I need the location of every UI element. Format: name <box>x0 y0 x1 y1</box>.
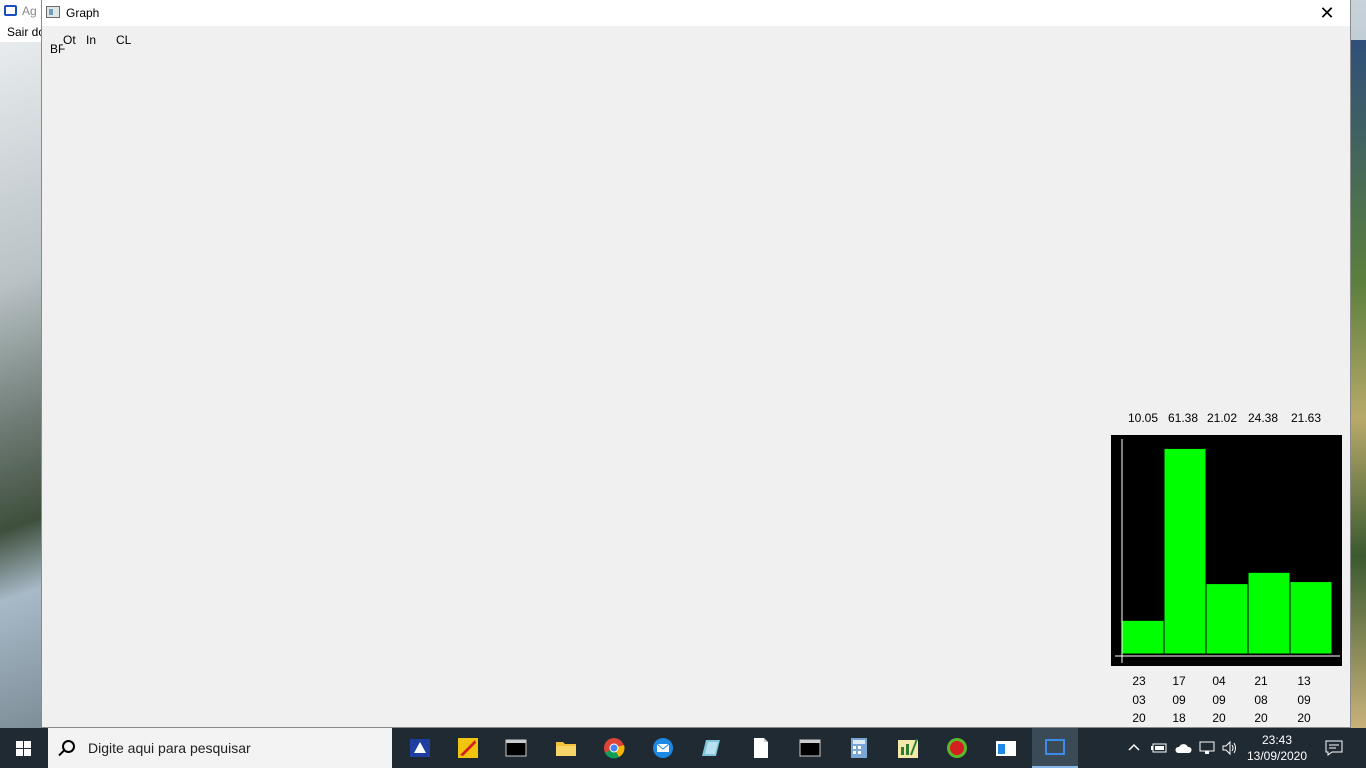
red-app-icon <box>458 738 478 758</box>
value-label-4: 24.38 <box>1248 411 1279 425</box>
start-button[interactable] <box>0 728 48 768</box>
date-label-5-line-1: 13 <box>1297 674 1311 688</box>
chart-app-icon <box>898 738 918 758</box>
taskbar-app-10[interactable] <box>839 734 879 764</box>
label-ot: Ot <box>63 33 76 47</box>
app-icon <box>46 6 60 18</box>
bar-5 <box>1289 581 1333 655</box>
date-label-2-line-2: 09 <box>1172 693 1186 707</box>
taskbar-app-13[interactable] <box>986 734 1026 764</box>
bar-4 <box>1247 571 1291 655</box>
terminal-icon-2 <box>799 739 821 757</box>
label-cl: CL <box>116 33 132 47</box>
bar-3 <box>1205 583 1249 655</box>
terminal-icon <box>505 739 527 757</box>
value-label-5: 21.63 <box>1291 411 1322 425</box>
taskbar-app-12[interactable] <box>937 734 977 764</box>
taskbar-app-2[interactable] <box>448 734 488 764</box>
cloud-icon[interactable] <box>1174 741 1192 755</box>
network-icon[interactable] <box>1198 740 1216 756</box>
date-label-4-line-3: 20 <box>1254 711 1268 725</box>
taskbar-app-active[interactable] <box>1032 728 1078 768</box>
wallpaper-left-strip <box>0 40 42 728</box>
date-label-5-line-3: 20 <box>1297 711 1311 725</box>
taskbar-app-11[interactable] <box>888 734 928 764</box>
scanner-app-icon <box>410 739 430 757</box>
notifications-icon[interactable] <box>1324 739 1344 757</box>
taskbar-app-6[interactable] <box>643 734 683 764</box>
window-title: Graph <box>66 6 100 20</box>
clock-date: 13/09/2020 <box>1246 749 1308 763</box>
window-app-icon <box>996 741 1016 756</box>
mail-icon <box>653 738 673 758</box>
wallpaper-right-strip <box>1351 40 1366 728</box>
taskbar-app-7[interactable] <box>692 734 732 764</box>
taskbar-app-5[interactable] <box>594 734 634 764</box>
date-label-2-line-1: 17 <box>1172 674 1186 688</box>
graph-window: Graph ✕ BF Ot In CL 10.05 61.38 21.02 24… <box>41 0 1351 728</box>
date-label-3-line-3: 20 <box>1212 711 1226 725</box>
date-label-1-line-3: 20 <box>1132 711 1146 725</box>
background-window-title: Ag <box>22 4 37 18</box>
folder-icon <box>556 742 576 756</box>
window-icon <box>4 5 17 16</box>
bar-chart <box>1111 435 1342 666</box>
date-label-4-line-2: 08 <box>1254 693 1268 707</box>
taskbar-app-9[interactable] <box>790 734 830 764</box>
date-label-2-line-3: 18 <box>1172 711 1186 725</box>
value-label-3: 21.02 <box>1207 411 1238 425</box>
date-label-5-line-2: 09 <box>1297 693 1311 707</box>
date-label-1-line-2: 03 <box>1132 693 1146 707</box>
taskbar-app-1[interactable] <box>400 734 440 764</box>
search-icon <box>62 740 75 753</box>
document-icon <box>754 738 768 758</box>
title-bar[interactable]: Graph ✕ <box>42 0 1350 26</box>
date-label-1-line-1: 23 <box>1132 674 1146 688</box>
clock[interactable]: 23:43 13/09/2020 <box>1236 732 1318 764</box>
chevron-up-icon[interactable] <box>1128 742 1140 752</box>
windows-logo-icon <box>16 741 32 756</box>
date-label-3-line-1: 04 <box>1212 674 1226 688</box>
bar-2 <box>1163 447 1207 655</box>
bar-1 <box>1121 619 1165 655</box>
active-window-icon <box>1045 739 1065 755</box>
date-label-4-line-1: 21 <box>1254 674 1268 688</box>
clock-time: 23:43 <box>1261 733 1293 747</box>
background-window-menu[interactable]: Sair do <box>7 25 45 39</box>
battery-icon[interactable] <box>1150 741 1168 755</box>
search-placeholder: Digite aqui para pesquisar <box>88 740 251 756</box>
date-label-3-line-2: 09 <box>1212 693 1226 707</box>
search-box[interactable]: Digite aqui para pesquisar <box>48 728 392 768</box>
close-button[interactable]: ✕ <box>1304 0 1350 26</box>
glass-app-icon <box>702 740 720 756</box>
label-in: In <box>86 33 97 47</box>
chrome-icon <box>604 738 625 759</box>
taskbar-app-4[interactable] <box>546 734 586 764</box>
calculator-icon <box>851 738 867 758</box>
value-label-1: 10.05 <box>1128 411 1159 425</box>
bar-chart-svg <box>1115 439 1340 663</box>
value-label-2: 61.38 <box>1168 411 1199 425</box>
taskbar: Digite aqui para pesquisar 23:43 13/09/2… <box>0 728 1366 768</box>
taskbar-app-8[interactable] <box>741 734 781 764</box>
hs-app-icon <box>947 738 967 758</box>
taskbar-app-3[interactable] <box>496 734 536 764</box>
